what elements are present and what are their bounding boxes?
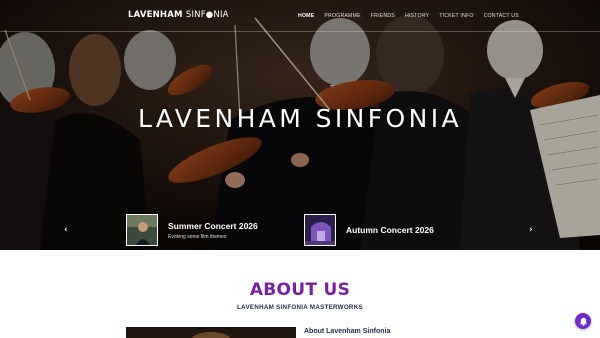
top-navigation: LAVENHAM SINF●NIA HOME PROGRAMME FRIENDS… [0,0,600,32]
about-image [126,327,296,338]
site-logo[interactable]: LAVENHAM SINF●NIA [128,10,229,20]
nav-divider [0,31,600,32]
nav-programme[interactable]: PROGRAMME [324,13,360,19]
slide-card-autumn[interactable]: Autumn Concert 2026 [304,214,434,246]
chevron-right-icon[interactable]: › [529,226,533,235]
slide-thumbnail [126,214,158,246]
bell-icon[interactable] [575,313,591,329]
slide-title: Summer Concert 2026 [168,220,258,231]
chevron-left-icon[interactable]: ‹ [64,226,68,235]
nav-history[interactable]: HISTORY [405,13,429,19]
slide-card-summer[interactable]: Summer Concert 2026 Evoking some film th… [126,214,258,246]
slide-subtitle: Evoking some film themes [168,233,227,240]
about-subheading: LAVENHAM SINFONIA MASTERWORKS [237,304,363,311]
main-menu: HOME PROGRAMME FRIENDS HISTORY TICKET IN… [298,13,529,19]
slide-title: Autumn Concert 2026 [346,225,434,235]
slide-thumbnail [304,214,336,246]
nav-ticket-info[interactable]: TICKET INFO [439,13,473,19]
hero-title: LAVENHAM SINFONIA [138,104,462,133]
nav-home[interactable]: HOME [298,13,314,19]
nav-friends[interactable]: FRIENDS [371,13,395,19]
nav-contact-us[interactable]: CONTACT US [484,13,519,19]
about-column-title: About Lavenham Sinfonia [304,328,391,335]
about-heading: ABOUT US [249,280,351,300]
